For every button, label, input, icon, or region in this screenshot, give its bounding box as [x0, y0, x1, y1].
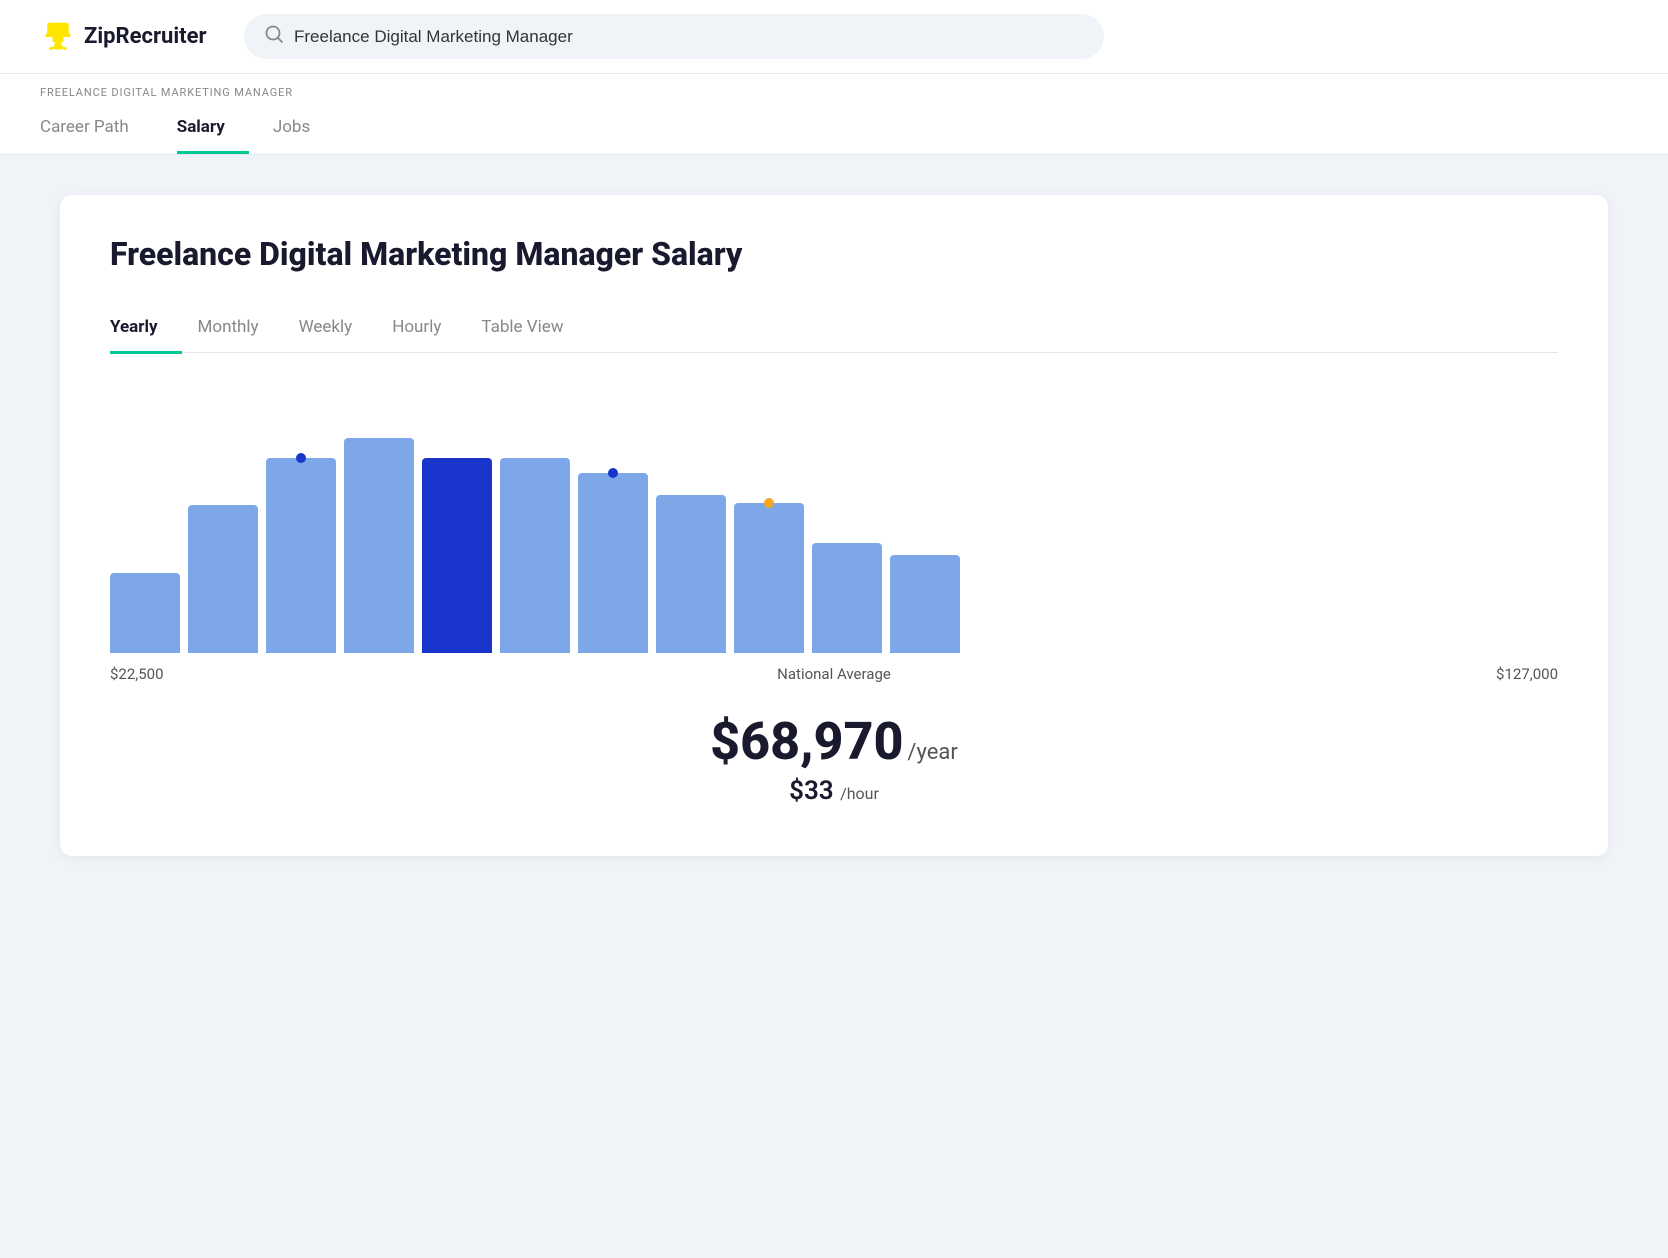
sub-nav: FREELANCE DIGITAL MARKETING MANAGER Care… — [0, 74, 1668, 155]
bar-wrapper-2 — [188, 505, 258, 653]
bar-wrapper-4 — [344, 438, 414, 653]
period-tabs: Yearly Monthly Weekly Hourly Table View — [110, 305, 1558, 353]
salary-main-line: $68,970 /year — [110, 711, 1558, 772]
period-tab-monthly[interactable]: Monthly — [198, 307, 283, 354]
search-bar[interactable] — [244, 14, 1104, 59]
main-content: Freelance Digital Marketing Manager Sala… — [0, 155, 1668, 896]
card-title: Freelance Digital Marketing Manager Sala… — [110, 235, 1558, 273]
period-tab-weekly[interactable]: Weekly — [299, 307, 377, 354]
salary-main-value: $68,970 — [710, 711, 903, 772]
chart-label-center: National Average — [777, 665, 891, 683]
period-tab-yearly[interactable]: Yearly — [110, 307, 182, 354]
bar-chart — [110, 393, 1558, 653]
bar-wrapper-10 — [812, 543, 882, 653]
bar-6 — [500, 458, 570, 653]
salary-display: $68,970 /year $33 /hour — [110, 711, 1558, 806]
chart-label-right: $127,000 — [1496, 665, 1558, 683]
bar-wrapper-11 — [890, 555, 960, 653]
salary-card: Freelance Digital Marketing Manager Sala… — [60, 195, 1608, 856]
period-tab-table-view[interactable]: Table View — [481, 307, 587, 354]
salary-secondary-value: $33 — [789, 776, 834, 806]
nav-tabs: Career Path Salary Jobs — [40, 105, 1628, 154]
bar-11 — [890, 555, 960, 653]
page-label: FREELANCE DIGITAL MARKETING MANAGER — [40, 74, 1628, 105]
chart-label-left: $22,500 — [110, 665, 164, 683]
search-icon — [264, 24, 284, 49]
tab-career-path[interactable]: Career Path — [40, 105, 153, 154]
bar-2 — [188, 505, 258, 653]
dot-yellow — [764, 498, 774, 508]
chart-labels: $22,500 National Average $127,000 — [110, 665, 1558, 683]
tab-salary[interactable]: Salary — [177, 105, 249, 154]
bar-8 — [656, 495, 726, 653]
dot-blue-2 — [608, 468, 618, 478]
bar-5 — [422, 458, 492, 653]
bar-7 — [578, 473, 648, 653]
bar-wrapper-3 — [266, 458, 336, 653]
chair-icon — [40, 19, 76, 55]
bar-wrapper-8 — [656, 495, 726, 653]
bar-10 — [812, 543, 882, 653]
tab-jobs[interactable]: Jobs — [273, 105, 334, 154]
bar-wrapper-1 — [110, 573, 180, 653]
logo: ZipRecruiter — [40, 19, 220, 55]
bar-wrapper-9 — [734, 503, 804, 653]
bar-3 — [266, 458, 336, 653]
bar-wrapper-7 — [578, 473, 648, 653]
period-tab-hourly[interactable]: Hourly — [392, 307, 465, 354]
bar-wrapper-5 — [422, 458, 492, 653]
dot-blue-1 — [296, 453, 306, 463]
salary-main-unit: /year — [907, 740, 957, 765]
bar-wrapper-6 — [500, 458, 570, 653]
salary-secondary-unit: /hour — [840, 784, 879, 803]
salary-secondary-line: $33 /hour — [110, 776, 1558, 806]
bar-9 — [734, 503, 804, 653]
logo-text: ZipRecruiter — [84, 24, 207, 49]
search-input[interactable] — [294, 27, 1084, 47]
chart-area: $22,500 National Average $127,000 — [110, 393, 1558, 683]
bar-1 — [110, 573, 180, 653]
header: ZipRecruiter — [0, 0, 1668, 74]
bar-4 — [344, 438, 414, 653]
